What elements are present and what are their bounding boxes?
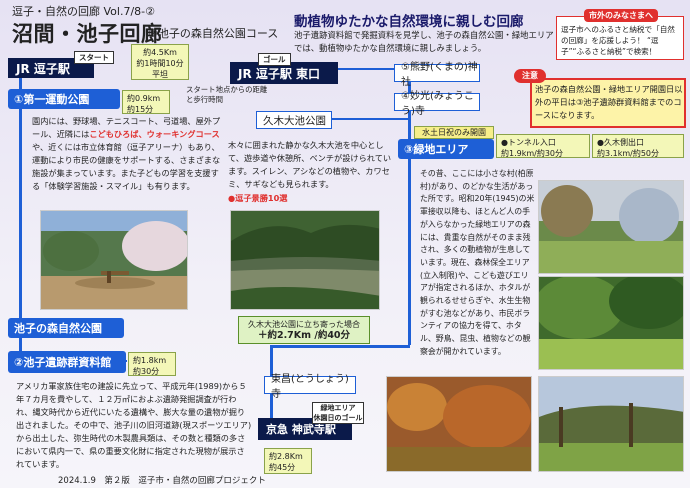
keikyu-goal-tag: 緑地エリア 休園日のゴール xyxy=(312,402,364,424)
lake-detour-total: ＋約2.7Km /約40分 xyxy=(257,330,351,341)
stop1-photo-image xyxy=(41,211,187,309)
keikyu-distance-box: 約2.8Km 約45分 xyxy=(264,448,312,474)
route-line-left xyxy=(19,70,22,360)
stop1-distance-box: 約0.9km 約15分 xyxy=(122,90,170,114)
stop3-tunnel-box: ●トンネル入口 約1.9km/約30分 xyxy=(496,134,590,158)
page-subtitle: ②池子の森自然公園コース xyxy=(148,27,279,40)
stop3-description: その昔、ここには小さな村(柏原村)があり、のどかな生活があった所です。昭和20年… xyxy=(420,169,535,356)
stop1-distance: 約0.9km xyxy=(127,94,161,103)
tokoji-temple: 東昌(とうしょう)寺 xyxy=(264,374,356,400)
start-tag: スタート xyxy=(74,51,114,64)
green-area-photo-2 xyxy=(538,276,684,370)
notice-text: 池子の森自然公園・緑地エリア開園日以外の平日は③池子遺跡群資料館までのコースにな… xyxy=(535,84,683,120)
stop4-myoko-temple: ④妙光(みょうこう)寺 xyxy=(394,91,480,117)
stop2-distance: 約1.8km xyxy=(133,356,167,365)
total-distance: 約4.5Km xyxy=(143,48,177,57)
stop1-time: 約15分 xyxy=(127,105,154,114)
total-distance-box: 約4.5Km 約1時間10分 平坦 xyxy=(131,44,189,80)
notice-label: 注意 xyxy=(514,69,546,83)
route-line-right-lower xyxy=(408,145,411,345)
forest-photo-1 xyxy=(386,376,532,472)
forest-photo-2-image xyxy=(539,377,683,471)
hometax-label: 市外のみなさまへ xyxy=(584,9,658,22)
lake-description: 木々に囲まれた静かな久木大池を中心として、遊歩道や休憩所、ベンチが設けられていま… xyxy=(228,140,392,189)
stop1-description: 園内には、野球場、テニスコート、弓道場、屋外プール、近隣にはこどもひろば、ウォー… xyxy=(32,115,224,193)
keikyu-distance: 約2.8Km xyxy=(269,452,303,461)
stop1-photo xyxy=(40,210,188,310)
footer: 2024.1.9 第２版 逗子市・自然の回廊プロジェクト xyxy=(58,476,266,486)
green-area-photo-1-image xyxy=(539,181,683,273)
stop2-description: アメリカ軍家族住宅の建設に先立って、平成元年(1989)から５年７カ月を費やして… xyxy=(16,381,252,469)
headline: 動植物ゆたかな自然環境に親しむ回廊 xyxy=(294,14,524,30)
keikyu-time: 約45分 xyxy=(269,463,296,472)
goal-tag: ゴール xyxy=(258,53,291,66)
series-label: 逗子・自然の回廊 Vol.7/8-② xyxy=(12,5,155,18)
distance-legend: スタート地点からの距離と歩行時間 xyxy=(186,85,268,104)
stop3-open-days: 水土日祝のみ開園 xyxy=(414,126,494,139)
forest-photo-1-image xyxy=(387,377,531,471)
green-area-photo-1 xyxy=(538,180,684,274)
stop2-time: 約30分 xyxy=(133,367,160,376)
stop2-distance-box: 約1.8km 約30分 xyxy=(128,352,176,376)
lake-detour: 久木大池公園に立ち寄った場合 xyxy=(248,320,360,329)
stop3-tunnel-label: ●トンネル入口 xyxy=(501,138,556,147)
total-time: 約1時間10分 xyxy=(136,59,184,68)
stop5-kumano-shrine: ⑤熊野(くまの)神社 xyxy=(394,62,480,88)
intro-text: 池子遺跡資料館で発掘資料を見学し、池子の森自然公園・緑地エリアでは、動植物ゆたか… xyxy=(294,30,554,53)
green-area-photo-2-image xyxy=(539,277,683,369)
route-difficulty: 平坦 xyxy=(152,70,168,79)
lake-photo xyxy=(230,210,380,310)
route-line-lake xyxy=(330,118,410,120)
route-line-top xyxy=(338,68,398,70)
stop1-text-highlight: こどもひろば、ウォーキングコース xyxy=(89,129,220,139)
stop3-exit-dist: 約3.1km/約50分 xyxy=(597,149,660,158)
lake-photo-image xyxy=(231,211,379,309)
lake-label: 久木大池公園 xyxy=(256,111,332,129)
hometax-text: 逗子市へのふるさと納税で「自然の回廊」を応援しよう！ “逗子”“ふるさと納税”で… xyxy=(561,25,675,56)
stop3-exit-box: ●久木側出口 約3.1km/約50分 xyxy=(592,134,684,158)
stop3-tunnel-dist: 約1.9km/約30分 xyxy=(501,149,564,158)
park-label: 池子の森自然公園 xyxy=(8,318,124,338)
lake-detour-box: 久木大池公園に立ち寄った場合 ＋約2.7Km /約40分 xyxy=(238,316,370,344)
stop1-text-b: や、近くには市立体育館（逗子アリーナ）もあり、運動により市民の健康をサポートする… xyxy=(32,142,221,191)
forest-photo-2 xyxy=(538,376,684,472)
stop3-exit-label: ●久木側出口 xyxy=(597,138,644,147)
stop2-label: ②池子遺跡群資料館 xyxy=(8,351,126,373)
route-line-bottom xyxy=(270,345,410,348)
stop3-label: ③緑地エリア xyxy=(398,139,494,159)
stop1-label: ①第一運動公園 xyxy=(8,89,120,109)
lake-note: ●逗子景勝10選 xyxy=(228,193,288,203)
